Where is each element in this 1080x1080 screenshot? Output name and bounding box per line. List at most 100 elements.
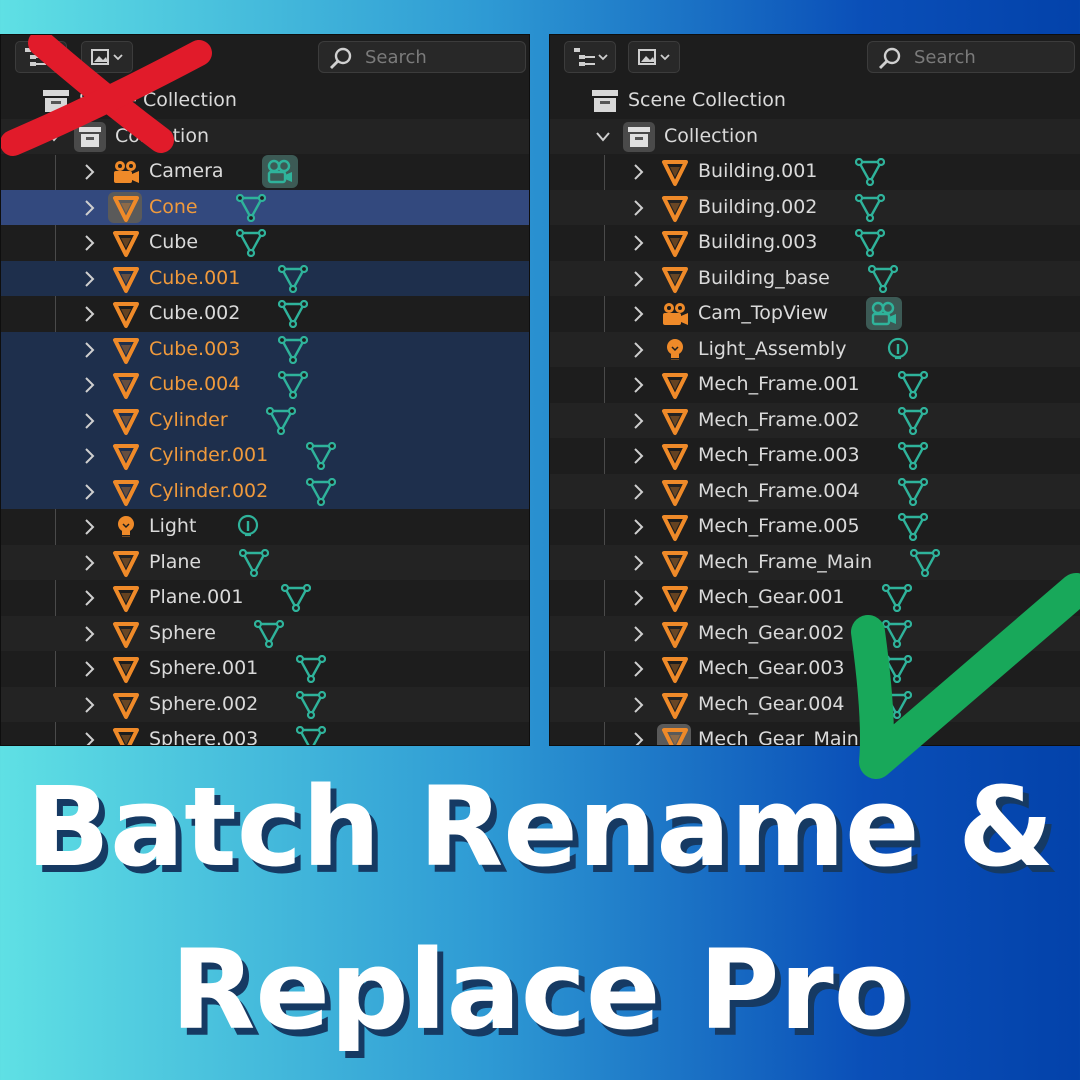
mesh-data-icon[interactable] xyxy=(281,584,311,612)
search-input[interactable]: Search xyxy=(867,41,1075,73)
chevron-right-icon[interactable] xyxy=(630,731,648,746)
object-name[interactable]: Building.002 xyxy=(698,196,817,218)
object-name[interactable]: Mech_Gear.002 xyxy=(698,622,845,644)
mesh-data-icon[interactable] xyxy=(898,406,928,435)
object-name[interactable]: Cube.002 xyxy=(149,302,240,324)
mesh-data-icon[interactable] xyxy=(296,690,326,719)
object-row[interactable]: Cam_TopView xyxy=(550,296,1080,332)
chevron-right-icon[interactable] xyxy=(81,447,99,465)
mesh-data-icon[interactable] xyxy=(278,371,308,399)
mesh-data-icon[interactable] xyxy=(236,193,266,222)
object-name[interactable]: Light xyxy=(149,515,196,537)
object-row[interactable]: Cube.004 xyxy=(1,367,529,403)
object-row[interactable]: Building_base xyxy=(550,260,1080,296)
object-row[interactable]: Sphere.003 xyxy=(1,722,529,746)
object-name[interactable]: Sphere.003 xyxy=(149,728,258,745)
object-row[interactable]: Cone xyxy=(1,189,529,225)
object-name[interactable]: Cylinder.001 xyxy=(149,444,268,466)
chevron-right-icon[interactable] xyxy=(630,483,648,501)
chevron-right-icon[interactable] xyxy=(81,660,99,678)
object-name[interactable]: Sphere.002 xyxy=(149,693,258,715)
camera-data-icon[interactable] xyxy=(262,155,298,188)
object-name[interactable]: Mech_Gear.003 xyxy=(698,657,845,679)
object-row[interactable]: Sphere xyxy=(1,615,529,651)
object-name[interactable]: Mech_Frame.003 xyxy=(698,444,860,466)
object-row[interactable]: Mech_Frame.005 xyxy=(550,509,1080,545)
chevron-right-icon[interactable] xyxy=(81,483,99,501)
object-name[interactable]: Mech_Frame.005 xyxy=(698,515,860,537)
object-name[interactable]: Building.003 xyxy=(698,231,817,253)
object-name[interactable]: Plane xyxy=(149,551,201,573)
object-row[interactable]: Cylinder.002 xyxy=(1,473,529,509)
object-row[interactable]: Mech_Frame.004 xyxy=(550,473,1080,509)
mesh-data-icon[interactable] xyxy=(868,264,898,293)
chevron-right-icon[interactable] xyxy=(630,518,648,536)
mesh-data-icon[interactable] xyxy=(296,726,326,746)
object-name[interactable]: Mech_Frame.001 xyxy=(698,373,860,395)
object-row[interactable]: Sphere.002 xyxy=(1,686,529,722)
object-row[interactable]: Mech_Frame.002 xyxy=(550,402,1080,438)
chevron-right-icon[interactable] xyxy=(630,376,648,394)
object-row[interactable]: Building.001 xyxy=(550,154,1080,190)
object-row[interactable]: Mech_Frame.001 xyxy=(550,367,1080,403)
mesh-data-icon[interactable] xyxy=(296,655,326,683)
object-name[interactable]: Mech_Frame.004 xyxy=(698,480,860,502)
mesh-data-icon[interactable] xyxy=(278,335,308,364)
object-name[interactable]: Sphere xyxy=(149,622,216,644)
mesh-data-icon[interactable] xyxy=(855,229,885,257)
object-name[interactable]: Cube.003 xyxy=(149,338,240,360)
chevron-right-icon[interactable] xyxy=(81,518,99,536)
chevron-right-icon[interactable] xyxy=(81,305,99,323)
chevron-right-icon[interactable] xyxy=(81,341,99,359)
object-row[interactable]: Cube.001 xyxy=(1,260,529,296)
display-mode-button[interactable] xyxy=(564,41,616,73)
object-name[interactable]: Light_Assembly xyxy=(698,338,847,360)
object-name[interactable]: Cone xyxy=(149,196,198,218)
chevron-right-icon[interactable] xyxy=(630,305,648,323)
scene-collection-row[interactable]: Scene Collection xyxy=(550,83,1080,119)
object-name[interactable]: Cylinder.002 xyxy=(149,480,268,502)
collection-row[interactable]: Collection xyxy=(550,118,1080,154)
object-row[interactable]: Cube.003 xyxy=(1,331,529,367)
object-name[interactable]: Building.001 xyxy=(698,160,817,182)
object-row[interactable]: Light xyxy=(1,509,529,545)
object-name[interactable]: Cam_TopView xyxy=(698,302,828,324)
chevron-right-icon[interactable] xyxy=(81,625,99,643)
object-row[interactable]: Cylinder xyxy=(1,402,529,438)
chevron-right-icon[interactable] xyxy=(630,163,648,181)
mesh-data-icon[interactable] xyxy=(898,477,928,506)
chevron-right-icon[interactable] xyxy=(81,163,99,181)
chevron-right-icon[interactable] xyxy=(630,234,648,252)
mesh-data-icon[interactable] xyxy=(236,229,266,257)
mesh-data-icon[interactable] xyxy=(239,548,269,577)
mesh-data-icon[interactable] xyxy=(278,264,308,293)
object-name[interactable]: Cube.004 xyxy=(149,373,240,395)
mesh-data-icon[interactable] xyxy=(898,371,928,399)
chevron-right-icon[interactable] xyxy=(630,199,648,217)
object-name[interactable]: Plane.001 xyxy=(149,586,243,608)
chevron-right-icon[interactable] xyxy=(630,696,648,714)
mesh-data-icon[interactable] xyxy=(898,513,928,541)
chevron-right-icon[interactable] xyxy=(630,660,648,678)
chevron-right-icon[interactable] xyxy=(81,696,99,714)
object-row[interactable]: Building.003 xyxy=(550,225,1080,261)
search-input[interactable]: Search xyxy=(318,41,526,73)
chevron-right-icon[interactable] xyxy=(630,589,648,607)
chevron-right-icon[interactable] xyxy=(81,270,99,288)
chevron-right-icon[interactable] xyxy=(81,412,99,430)
camera-data-icon[interactable] xyxy=(866,297,902,330)
chevron-right-icon[interactable] xyxy=(630,270,648,288)
object-row[interactable]: Building.002 xyxy=(550,189,1080,225)
object-name[interactable]: Sphere.001 xyxy=(149,657,258,679)
light-data-icon[interactable] xyxy=(884,336,912,364)
mesh-data-icon[interactable] xyxy=(254,619,284,648)
chevron-right-icon[interactable] xyxy=(630,625,648,643)
object-row[interactable]: Cube xyxy=(1,225,529,261)
object-name[interactable]: Mech_Gear_Main xyxy=(698,728,859,745)
chevron-right-icon[interactable] xyxy=(630,554,648,572)
mesh-data-icon[interactable] xyxy=(278,300,308,328)
object-row[interactable]: Cylinder.001 xyxy=(1,438,529,474)
mesh-data-icon[interactable] xyxy=(898,442,928,470)
object-row[interactable]: Plane.001 xyxy=(1,580,529,616)
chevron-right-icon[interactable] xyxy=(81,731,99,746)
